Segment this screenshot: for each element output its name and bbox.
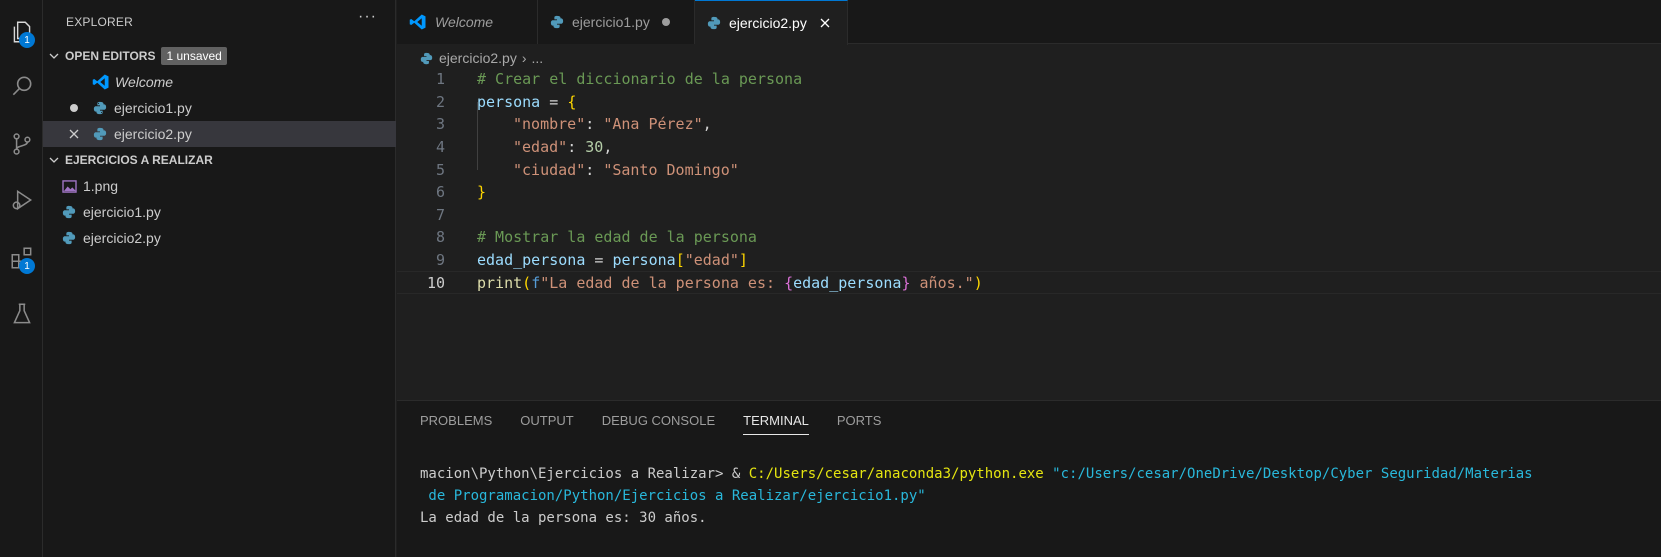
folder-label: EJERCICIOS A REALIZAR [65,153,213,167]
code-text: } [477,183,487,202]
chevron-down-icon [43,50,65,62]
code-line: 9 edad_persona = persona["edad"] [397,249,1661,272]
file-item-ejercicio2[interactable]: ejercicio2.py [43,225,396,251]
open-editor-label: Welcome [115,74,174,90]
file-label: ejercicio1.py [83,204,161,220]
line-number: 9 [435,251,445,270]
open-editor-label: ejercicio2.py [114,126,192,142]
code-editor[interactable]: 1 # Crear el diccionario de la persona 2… [397,68,1661,398]
close-icon[interactable] [819,17,831,29]
activity-bar: 1 1 [0,0,43,557]
line-number: 4 [435,138,445,157]
line-number: 6 [435,183,445,202]
open-editor-ejercicio1[interactable]: ejercicio1.py [43,95,396,121]
tab-problems[interactable]: PROBLEMS [420,413,492,435]
open-editor-ejercicio2[interactable]: ejercicio2.py [43,121,396,147]
unsaved-dot-icon[interactable] [58,104,90,112]
extensions-icon[interactable]: 1 [0,234,43,282]
explorer-badge: 1 [19,32,35,48]
python-file-icon [90,127,110,141]
bottom-panel: PROBLEMS OUTPUT DEBUG CONSOLE TERMINAL P… [397,400,1661,557]
code-text: print(f"La edad de la persona es: {edad_… [477,273,983,292]
line-number: 8 [435,228,445,247]
panel-tabs: PROBLEMS OUTPUT DEBUG CONSOLE TERMINAL P… [420,413,881,435]
tab-output[interactable]: OUTPUT [520,413,573,435]
editor-tab-bar: Welcome ejercicio1.py ejercicio2.py [397,0,1661,45]
tab-terminal[interactable]: TERMINAL [743,413,809,435]
python-file-icon [90,101,110,115]
python-file-icon [707,16,721,30]
code-line: 3 "nombre": "Ana Pérez", [397,113,1661,136]
line-number: 2 [435,92,445,111]
open-editor-label: ejercicio1.py [114,100,192,116]
python-file-icon [550,15,564,29]
file-item-ejercicio1[interactable]: ejercicio1.py [43,199,396,225]
code-line: 4 "edad": 30, [397,136,1661,159]
python-file-icon [59,205,79,219]
python-file-icon [420,52,433,65]
terminal-line: macion\Python\Ejercicios a Realizar> & C… [420,466,1533,482]
breadcrumb-symbols[interactable]: ... [532,50,544,66]
line-number: 1 [435,70,445,89]
open-editors-label: OPEN EDITORS [65,49,156,63]
more-actions-icon[interactable]: ··· [358,8,377,26]
line-number: 7 [435,205,445,224]
tab-ejercicio2[interactable]: ejercicio2.py [695,0,848,45]
tab-welcome[interactable]: Welcome [397,0,538,44]
vscode-icon [409,13,427,31]
explorer-sidebar: EXPLORER ··· OPEN EDITORS 1 unsaved Welc… [43,0,396,557]
open-editors-header[interactable]: OPEN EDITORS 1 unsaved [43,44,396,68]
code-line: 1 # Crear el diccionario de la persona [397,68,1661,91]
extensions-badge: 1 [19,258,35,274]
search-icon[interactable] [0,62,43,110]
close-icon[interactable] [58,128,90,140]
code-comment: # Mostrar la edad de la persona [477,228,757,247]
line-number: 3 [435,115,445,134]
code-text: persona = { [477,92,577,111]
breadcrumb-separator: › [521,50,527,66]
source-control-icon[interactable] [0,120,43,168]
terminal-output[interactable]: macion\Python\Ejercicios a Realizar> & C… [420,463,1660,529]
tab-debug-console[interactable]: DEBUG CONSOLE [602,413,715,435]
code-line: 8 # Mostrar la edad de la persona [397,226,1661,249]
line-number: 10 [426,273,445,292]
breadcrumb: ejercicio2.py › ... [420,47,543,69]
file-label: 1.png [83,178,119,194]
tab-label: Welcome [435,14,494,30]
code-line: 2 persona = { [397,91,1661,114]
tab-ports[interactable]: PORTS [837,413,882,435]
code-line: 6 } [397,181,1661,204]
code-text: "edad": 30, [513,138,613,157]
code-line: 5 "ciudad": "Santo Domingo" [397,158,1661,181]
line-number: 5 [435,160,445,179]
vscode-icon [91,73,111,91]
terminal-line: La edad de la persona es: 30 años. [420,510,707,526]
code-text: "ciudad": "Santo Domingo" [513,160,739,179]
tab-label: ejercicio1.py [572,14,650,30]
testing-flask-icon[interactable] [0,290,43,338]
explorer-icon[interactable]: 1 [0,8,43,56]
code-line: 7 [397,204,1661,227]
tab-label: ejercicio2.py [729,15,807,31]
tab-ejercicio1[interactable]: ejercicio1.py [538,0,695,44]
image-file-icon [59,179,79,193]
code-comment: # Crear el diccionario de la persona [477,70,803,89]
file-label: ejercicio2.py [83,230,161,246]
run-debug-icon[interactable] [0,176,43,224]
sidebar-title: EXPLORER [66,15,133,29]
chevron-down-icon [43,154,65,166]
code-text: edad_persona = persona["edad"] [477,251,748,270]
open-editor-welcome[interactable]: Welcome [43,69,396,95]
breadcrumb-file[interactable]: ejercicio2.py [439,50,517,66]
file-item-png[interactable]: 1.png [43,173,396,199]
code-text: "nombre": "Ana Pérez", [513,115,712,134]
terminal-line: de Programacion/Python/Ejercicios a Real… [420,488,926,504]
unsaved-dot-icon[interactable] [661,18,670,26]
folder-header[interactable]: EJERCICIOS A REALIZAR [43,148,396,172]
python-file-icon [59,231,79,245]
unsaved-badge: 1 unsaved [161,47,227,65]
code-line-current: 10 print(f"La edad de la persona es: {ed… [397,271,1661,294]
